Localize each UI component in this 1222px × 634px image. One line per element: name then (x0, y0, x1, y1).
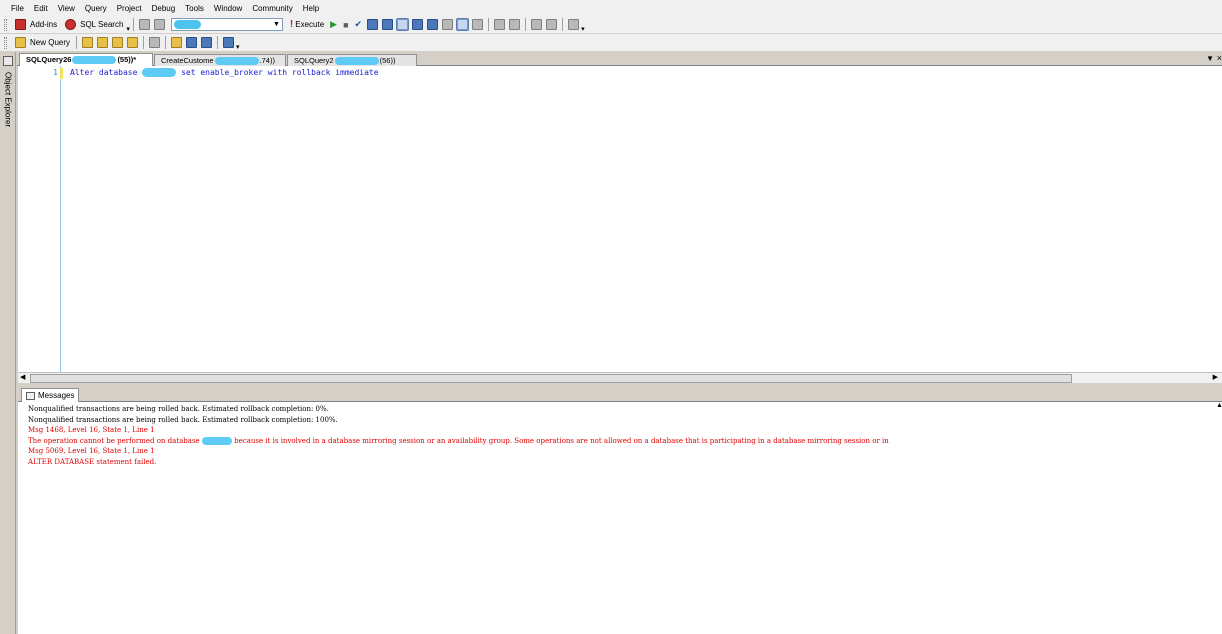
specify-values-icon[interactable] (568, 19, 580, 30)
menu-query[interactable]: Query (80, 4, 112, 13)
mdx-query-icon[interactable] (112, 37, 124, 48)
increase-indent-icon[interactable] (546, 19, 558, 30)
close-icon[interactable]: × (1217, 53, 1222, 63)
object-explorer-strip: Object Explorer (0, 52, 16, 634)
save-all-icon[interactable] (201, 37, 213, 48)
results-tabs: Messages (18, 387, 1222, 402)
print-icon[interactable] (223, 37, 235, 48)
changed-line-marker (60, 68, 63, 79)
sql-search-icon (65, 19, 77, 30)
debug-play-icon[interactable]: ▶ (327, 18, 340, 32)
dmx-query-icon[interactable] (127, 37, 139, 48)
toolbar-overflow-icon[interactable]: ▾ (126, 25, 130, 33)
menu-view[interactable]: View (53, 4, 80, 13)
redacted-database-name (201, 436, 232, 445)
menu-help[interactable]: Help (298, 4, 324, 13)
tab-list-dropdown-icon[interactable]: ▼ (1206, 54, 1214, 63)
line-number: 1 (53, 68, 58, 77)
connect-icon[interactable] (138, 19, 150, 30)
toolbar-separator (217, 36, 219, 49)
redacted-database-name (142, 68, 177, 77)
client-statistics-icon[interactable] (427, 19, 439, 30)
toolbar-sql-editor: Add-ins SQL Search ▾ ▼ ! Execute ▶ ■ ✔ ▾ (0, 16, 1222, 33)
menu-bar: File Edit View Query Project Debug Tools… (0, 0, 1222, 16)
error-line: The operation cannot be performed on dat… (28, 436, 889, 445)
error-line: ALTER DATABASE statement failed. (28, 457, 157, 466)
object-explorer-icon[interactable] (3, 56, 13, 66)
line-number-gutter: 1 (18, 66, 60, 372)
cancel-query-icon[interactable]: ■ (340, 18, 351, 32)
editor-horizontal-scrollbar[interactable]: ◀ ▶ (18, 372, 1222, 383)
save-icon[interactable] (186, 37, 198, 48)
toolbar-separator (488, 18, 490, 31)
change-marker (60, 66, 63, 372)
toolbar-separator (143, 36, 145, 49)
new-query-button[interactable]: New Query (10, 36, 73, 50)
toolbar-grip[interactable] (4, 36, 7, 49)
toolbar-grip[interactable] (4, 18, 7, 31)
document-tabs: SQLQuery26 (55))* CreateCustome .74)) SQLQ… (17, 52, 1222, 66)
toolbar-standard: New Query ▾ (0, 34, 1222, 51)
toolbar-separator (76, 36, 78, 49)
redacted-database-name (173, 20, 201, 29)
query-designer-icon[interactable] (382, 19, 394, 30)
include-plan-icon[interactable] (412, 19, 424, 30)
results-to-text-icon[interactable] (442, 19, 454, 30)
results-to-grid-icon[interactable] (456, 18, 470, 31)
toolbar-separator (525, 18, 527, 31)
toolbar-separator (562, 18, 564, 31)
toolbar-separator (165, 36, 167, 49)
error-line: Msg 1468, Level 16, State 1, Line 1 (28, 426, 155, 434)
toolbar-separator (132, 18, 134, 31)
comment-icon[interactable] (494, 19, 506, 30)
sql-search-button[interactable]: SQL Search (60, 18, 126, 32)
scrollbar-thumb[interactable] (30, 374, 1072, 383)
execute-button[interactable]: ! Execute (287, 18, 327, 32)
database-select[interactable]: ▼ (170, 18, 283, 31)
toolbar-overflow-icon[interactable]: ▾ (581, 25, 585, 33)
execute-icon: ! (289, 19, 294, 30)
tab-sqlquery26[interactable]: SQLQuery26 (55))* (19, 53, 153, 66)
new-query-icon (15, 37, 26, 48)
redacted-tab-text (334, 57, 379, 66)
menu-project[interactable]: Project (112, 4, 147, 13)
object-explorer-tab[interactable]: Object Explorer (0, 70, 16, 150)
toolbar-overflow-icon[interactable]: ▾ (236, 43, 240, 51)
messages-pane[interactable]: Nonqualified transactions are being roll… (18, 402, 1222, 634)
scroll-up-icon[interactable]: ▲ (1216, 402, 1222, 414)
menu-tools[interactable]: Tools (180, 4, 209, 13)
tab-messages[interactable]: Messages (21, 388, 80, 402)
change-connection-icon[interactable] (153, 19, 165, 30)
message-line: Nonqualified transactions are being roll… (28, 415, 338, 424)
addins-button[interactable]: Add-ins (10, 18, 60, 32)
query-editor[interactable]: 1 Alter database set enable_broker with … (18, 66, 1222, 372)
parse-check-icon[interactable]: ✔ (352, 18, 366, 32)
results-to-icon[interactable] (396, 18, 410, 31)
decrease-indent-icon[interactable] (531, 19, 543, 30)
menu-edit[interactable]: Edit (29, 4, 53, 13)
error-line: Msg 5069, Level 16, State 1, Line 1 (28, 447, 155, 455)
new-file-icon[interactable] (149, 37, 161, 48)
code-line[interactable]: Alter database set enable_broker with ro… (70, 68, 379, 77)
scroll-left-icon[interactable]: ◀ (20, 373, 25, 381)
menu-community[interactable]: Community (247, 4, 297, 13)
chevron-down-icon[interactable]: ▼ (272, 19, 281, 30)
addins-icon (15, 19, 26, 30)
menu-debug[interactable]: Debug (147, 4, 181, 13)
results-to-file-icon[interactable] (472, 19, 484, 30)
database-engine-query-icon[interactable] (82, 37, 94, 48)
tab-sqlquery2[interactable]: SQLQuery2 (56)) (287, 54, 417, 66)
tab-createcustomer[interactable]: CreateCustome .74)) (154, 54, 286, 66)
display-plan-icon[interactable] (367, 19, 379, 30)
menu-file[interactable]: File (6, 4, 29, 13)
uncomment-icon[interactable] (509, 19, 521, 30)
menu-window[interactable]: Window (209, 4, 247, 13)
analysis-query-icon[interactable] (97, 37, 109, 48)
message-line: Nonqualified transactions are being roll… (28, 405, 329, 413)
redacted-tab-text (214, 57, 259, 66)
messages-icon (26, 391, 35, 400)
redacted-tab-text (72, 56, 117, 65)
scroll-right-icon[interactable]: ▶ (1213, 373, 1218, 381)
open-file-icon[interactable] (171, 37, 183, 48)
